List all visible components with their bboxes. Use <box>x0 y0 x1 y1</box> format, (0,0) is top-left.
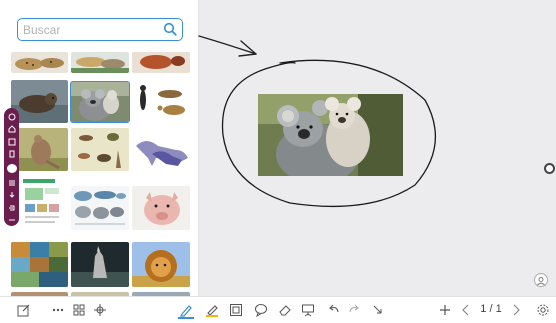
vertical-toolbar <box>4 108 19 226</box>
next-page-icon[interactable] <box>508 302 524 318</box>
page-indicator: 1 / 1 <box>480 303 502 315</box>
bottom-toolbar: 1 / 1 <box>0 296 556 323</box>
toggle-dot-icon[interactable] <box>6 163 17 174</box>
search-box <box>17 18 183 41</box>
image-result-otters[interactable] <box>11 80 68 123</box>
image-result-dinosaurs[interactable] <box>132 128 190 171</box>
import-icon[interactable] <box>7 191 16 199</box>
undo-icon[interactable] <box>326 302 342 318</box>
add-page-icon[interactable] <box>437 302 453 318</box>
settings-gear-icon[interactable] <box>535 302 551 318</box>
placed-koala-image[interactable] <box>258 94 403 176</box>
user-icon[interactable] <box>534 273 548 287</box>
image-result-wolf[interactable] <box>71 242 129 287</box>
image-result-red-animal[interactable] <box>132 52 190 73</box>
image-result-primates[interactable] <box>132 80 190 123</box>
list-icon[interactable] <box>7 179 16 187</box>
previous-page-icon[interactable] <box>458 302 474 318</box>
image-result-jaguars[interactable] <box>71 52 129 73</box>
image-result-cheetahs[interactable] <box>11 52 68 73</box>
collapse-toolbar-icon[interactable] <box>370 302 386 318</box>
grid-tools-icon[interactable] <box>71 302 87 318</box>
search-icon[interactable] <box>163 22 177 36</box>
layout-icon[interactable] <box>7 137 16 146</box>
image-result-infographic[interactable] <box>11 176 68 230</box>
more-options-icon[interactable] <box>50 302 66 318</box>
more-icon[interactable] <box>7 216 16 224</box>
side-drawer-handle[interactable] <box>544 163 555 174</box>
image-result-lion[interactable] <box>132 242 190 287</box>
home-icon[interactable] <box>7 125 16 133</box>
image-result-mammals-chart[interactable] <box>71 186 129 230</box>
image-search-panel <box>0 0 199 296</box>
share-icon[interactable] <box>7 113 16 121</box>
comment-icon[interactable] <box>253 302 269 318</box>
image-results-grid <box>0 0 198 296</box>
image-result-koala[interactable] <box>70 81 130 123</box>
search-input[interactable] <box>23 21 153 38</box>
exit-icon[interactable] <box>7 204 16 212</box>
document-icon[interactable] <box>7 150 16 158</box>
presentation-icon[interactable] <box>300 302 316 318</box>
image-result-birds[interactable] <box>71 128 129 171</box>
move-icon[interactable] <box>92 302 108 318</box>
redo-icon[interactable] <box>346 302 362 318</box>
image-result-pig[interactable] <box>132 186 190 230</box>
insert-image-icon[interactable] <box>228 302 244 318</box>
eraser-icon[interactable] <box>277 302 293 318</box>
highlighter-icon[interactable] <box>204 302 220 318</box>
image-result-wildlife-collage[interactable] <box>11 242 68 287</box>
pen-icon[interactable] <box>178 302 194 319</box>
image-result-kangaroo[interactable] <box>11 128 68 171</box>
edit-page-icon[interactable] <box>16 302 32 318</box>
